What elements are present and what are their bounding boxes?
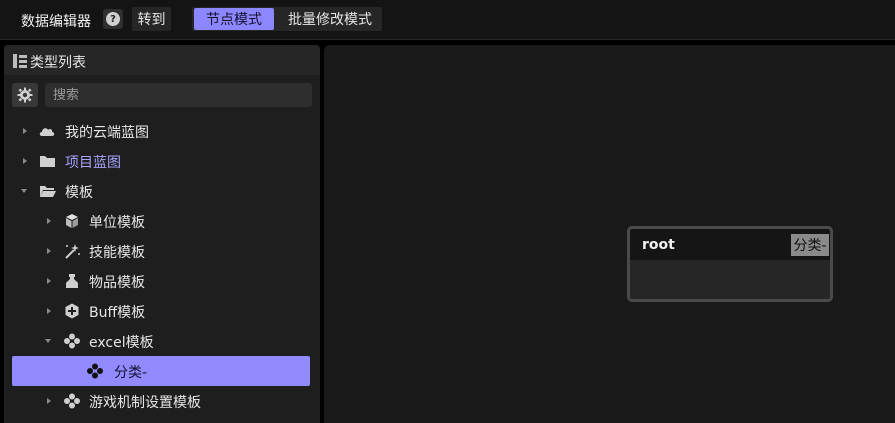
tree-item-cloud-blueprints[interactable]: 我的云端蓝图 <box>4 116 320 146</box>
chevron-down-icon[interactable] <box>20 187 28 195</box>
chevron-right-icon[interactable] <box>21 127 29 135</box>
tree-item-category[interactable]: 分类- <box>12 356 310 386</box>
tree-item-label: 游戏机制设置模板 <box>89 395 201 411</box>
gear-icon <box>17 87 33 103</box>
tree-item-item-templates[interactable]: 物品模板 <box>4 266 320 296</box>
magic-wand-icon <box>65 244 80 259</box>
tree-item-label: 物品模板 <box>89 275 145 291</box>
cluster-icon <box>64 393 80 409</box>
type-list-panel: 类型列表 我的云端蓝图 <box>4 45 320 423</box>
chevron-down-icon[interactable] <box>44 337 52 345</box>
chevron-right-icon[interactable] <box>45 307 53 315</box>
help-icon: ? <box>106 12 120 26</box>
tree-item-buff-templates[interactable]: Buff模板 <box>4 296 320 326</box>
tree-item-label: 项目蓝图 <box>65 155 121 171</box>
chevron-right-icon[interactable] <box>21 157 29 165</box>
tree-item-label: 模板 <box>65 185 93 201</box>
tree-item-label: 单位模板 <box>89 215 145 231</box>
tree-item-label: excel模板 <box>89 335 154 351</box>
top-toolbar: 数据编辑器 ? 转到 节点模式 批量修改模式 <box>0 0 895 40</box>
node-header[interactable]: root 分类- <box>630 229 830 260</box>
folder-open-icon <box>40 186 56 197</box>
chevron-right-icon[interactable] <box>45 247 53 255</box>
root-node[interactable]: root 分类- <box>627 226 833 302</box>
tree-item-project-blueprints[interactable]: 项目蓝图 <box>4 146 320 176</box>
bulk-edit-mode-tab[interactable]: 批量修改模式 <box>280 8 380 30</box>
tree-item-unit-templates[interactable]: 单位模板 <box>4 206 320 236</box>
node-title: root <box>642 237 675 253</box>
hexagon-plus-icon <box>65 303 79 319</box>
search-settings-button[interactable] <box>12 83 38 107</box>
cluster-icon <box>64 333 80 349</box>
cloud-icon <box>39 128 55 136</box>
cluster-icon <box>87 363 103 379</box>
tree-list-icon <box>13 54 27 68</box>
tree-item-label: 分类- <box>114 365 148 381</box>
potion-icon <box>66 274 78 288</box>
panel-header: 类型列表 <box>4 45 320 75</box>
goto-button[interactable]: 转到 <box>132 7 171 31</box>
help-button[interactable]: ? <box>103 9 123 29</box>
mode-switch: 节点模式 批量修改模式 <box>192 7 382 31</box>
tree-item-label: 技能模板 <box>89 245 145 261</box>
folder-icon <box>40 156 55 167</box>
node-mode-tab[interactable]: 节点模式 <box>194 8 274 30</box>
panel-title: 类型列表 <box>30 55 86 71</box>
tree-item-label: Buff模板 <box>89 305 146 321</box>
tree-item-skill-templates[interactable]: 技能模板 <box>4 236 320 266</box>
tree-item-game-mechanics-templates[interactable]: 游戏机制设置模板 <box>4 386 320 416</box>
chevron-right-icon[interactable] <box>45 217 53 225</box>
tree-item-excel-templates[interactable]: excel模板 <box>4 326 320 356</box>
search-input[interactable] <box>45 83 312 107</box>
node-category-tag[interactable]: 分类- <box>791 234 829 256</box>
chevron-right-icon[interactable] <box>45 397 53 405</box>
tree-item-label: 我的云端蓝图 <box>65 125 149 141</box>
cube-icon <box>66 214 78 228</box>
tree-item-templates[interactable]: 模板 <box>4 176 320 206</box>
chevron-right-icon[interactable] <box>45 277 53 285</box>
app-title: 数据编辑器 <box>21 14 91 30</box>
